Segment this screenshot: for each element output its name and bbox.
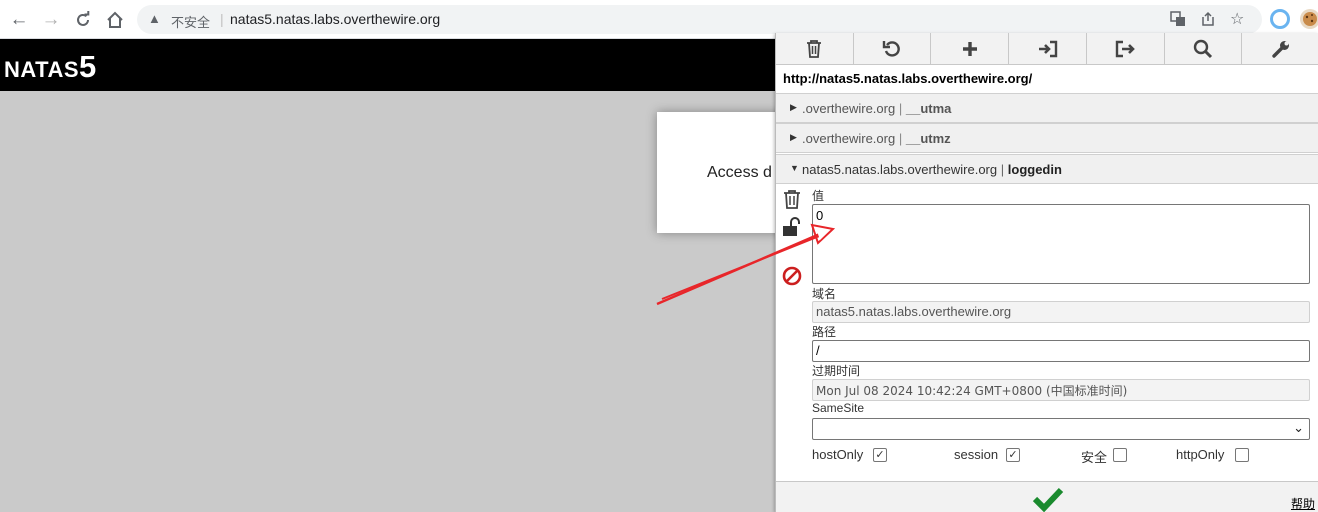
cookie-editor-footer: 帮助 xyxy=(776,481,1318,512)
value-label: 值 xyxy=(812,189,825,203)
back-icon[interactable]: ← xyxy=(7,8,31,32)
plus-icon[interactable] xyxy=(931,33,1010,64)
warning-icon[interactable]: ▲ xyxy=(148,11,161,26)
domain-label: 域名 xyxy=(812,287,837,301)
page-title-number: 5 xyxy=(79,49,97,84)
domain-input[interactable]: natas5.natas.labs.overthewire.org xyxy=(812,301,1310,323)
expand-arrow-icon[interactable]: ▶ xyxy=(790,102,797,113)
samesite-label: SameSite xyxy=(812,401,865,415)
cookie-editor-panel: http://natas5.natas.labs.overthewire.org… xyxy=(775,33,1318,512)
trash-icon[interactable] xyxy=(776,33,854,64)
cookie-name: __utma xyxy=(905,101,952,116)
cookie-domain: .overthewire.org xyxy=(802,131,896,146)
cookie-name: loggedin xyxy=(1007,162,1062,177)
url-separator: | xyxy=(220,11,224,27)
cookie-row[interactable]: ▶ .overthewire.org | __utmz xyxy=(776,123,1318,153)
undo-icon[interactable] xyxy=(854,33,932,64)
expires-input[interactable]: Mon Jul 08 2024 10:42:24 GMT+0800 (中国标准时… xyxy=(812,379,1310,401)
unlock-icon[interactable] xyxy=(782,217,802,237)
current-url: http://natas5.natas.labs.overthewire.org… xyxy=(783,71,1033,86)
value-input[interactable]: 0 xyxy=(812,204,1310,284)
collapse-arrow-icon[interactable]: ▼ xyxy=(790,163,799,173)
session-label: session xyxy=(954,447,999,462)
chevron-down-icon: ⌄ xyxy=(1293,420,1304,435)
cookie-domain: .overthewire.org xyxy=(802,101,896,116)
cookie-separator: | xyxy=(898,131,903,146)
share-icon[interactable] xyxy=(1200,11,1216,30)
delete-cookie-icon[interactable] xyxy=(782,189,802,209)
search-icon[interactable] xyxy=(1165,33,1243,64)
expires-label: 过期时间 xyxy=(812,364,861,378)
cookie-editor-toolbar xyxy=(776,33,1318,65)
block-icon[interactable] xyxy=(782,266,802,286)
content-text: Access d xyxy=(707,164,772,181)
content-card: Access d xyxy=(657,112,787,233)
hostonly-checkbox[interactable]: ✓ xyxy=(873,448,887,462)
path-label: 路径 xyxy=(812,325,837,339)
httponly-label: httpOnly xyxy=(1176,447,1225,462)
page-title: NATAS5 xyxy=(4,49,97,85)
wrench-icon[interactable] xyxy=(1242,33,1318,64)
forward-icon[interactable]: → xyxy=(39,8,63,32)
cookie-separator: | xyxy=(898,101,903,116)
cookie-icon[interactable] xyxy=(1300,9,1318,29)
path-input[interactable]: / xyxy=(812,340,1310,362)
export-icon[interactable] xyxy=(1087,33,1165,64)
translate-icon[interactable] xyxy=(1170,11,1186,30)
cookie-name: __utmz xyxy=(905,131,951,146)
star-icon[interactable]: ☆ xyxy=(1230,9,1244,29)
reload-icon[interactable] xyxy=(71,8,95,32)
secure-checkbox[interactable] xyxy=(1113,448,1127,462)
cookie-separator: | xyxy=(1000,162,1005,177)
help-link[interactable]: 帮助 xyxy=(1291,495,1315,512)
url-text[interactable]: natas5.natas.labs.overthewire.org xyxy=(230,11,440,27)
cookie-domain: natas5.natas.labs.overthewire.org xyxy=(802,162,998,177)
cookie-row-expanded[interactable]: ▼ natas5.natas.labs.overthewire.org | lo… xyxy=(776,154,1318,184)
httponly-checkbox[interactable] xyxy=(1235,448,1249,462)
home-icon[interactable] xyxy=(103,8,127,32)
samesite-select[interactable]: ⌄ xyxy=(812,418,1310,440)
expand-arrow-icon[interactable]: ▶ xyxy=(790,132,797,143)
security-label[interactable]: 不安全 xyxy=(171,12,210,31)
session-checkbox[interactable]: ✓ xyxy=(1006,448,1020,462)
hostonly-label: hostOnly xyxy=(812,447,864,462)
address-bar[interactable]: ▲ 不安全 | natas5.natas.labs.overthewire.or… xyxy=(137,5,1262,34)
cookie-row[interactable]: ▶ .overthewire.org | __utma xyxy=(776,93,1318,123)
save-check-icon[interactable] xyxy=(1032,486,1064,512)
import-icon[interactable] xyxy=(1009,33,1087,64)
extension-icon[interactable] xyxy=(1270,9,1290,29)
secure-label: 安全 xyxy=(1081,450,1108,465)
page-title-prefix: NATAS xyxy=(4,57,80,82)
